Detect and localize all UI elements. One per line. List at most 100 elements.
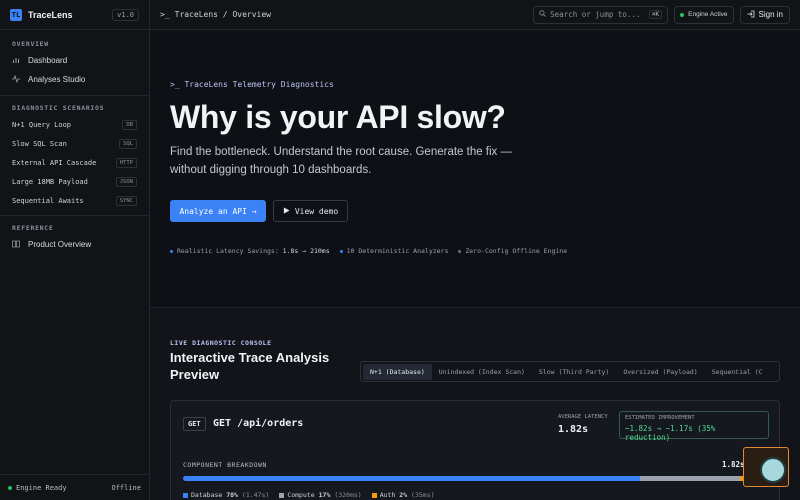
- version-badge: v1.0: [112, 8, 139, 21]
- terminal-prompt-icon: >_: [170, 80, 180, 89]
- segment-database: [183, 476, 641, 481]
- trace-card: GET GET /api/orders AVERAGE LATENCY 1.82…: [170, 400, 780, 500]
- console-eyebrow: LIVE DIAGNOSTIC CONSOLE: [170, 339, 272, 347]
- overview-section-title: OVERVIEW: [12, 40, 49, 48]
- endpoint-path: GET /api/orders: [213, 418, 304, 429]
- legend-name: Database: [191, 491, 223, 499]
- sidebar-item-label: Dashboard: [28, 56, 68, 65]
- diagnostic-console-section: LIVE DIAGNOSTIC CONSOLE Interactive Trac…: [150, 309, 800, 500]
- scenario-item-external-api[interactable]: External API Cascade HTTP: [0, 153, 149, 172]
- sidebar-item-label: Product Overview: [28, 240, 92, 249]
- breakdown-legend: Database 78% (1.47s) Compute 17% (320ms)…: [183, 491, 435, 499]
- legend-database: Database 78% (1.47s): [183, 491, 269, 499]
- view-demo-button[interactable]: View demo: [273, 200, 348, 222]
- stat-label: Zero-Config Offline Engine: [465, 247, 568, 255]
- legend-time: (1.47s): [241, 491, 270, 499]
- sidebar: TL TraceLens v1.0 OVERVIEW Dashboard Ana…: [0, 0, 150, 500]
- stat-offline-engine: Zero-Config Offline Engine: [458, 247, 567, 255]
- scenario-item-slow-sql[interactable]: Slow SQL Scan SQL: [0, 134, 149, 153]
- sign-in-button[interactable]: Sign in: [739, 5, 790, 24]
- bar-chart-icon: [12, 56, 22, 66]
- hero-eyebrow: >_ TraceLens Telemetry Diagnostics: [170, 80, 334, 89]
- hero-subtitle: Find the bottleneck. Understand the root…: [170, 146, 513, 176]
- stat-label: Realistic Latency Savings:: [177, 247, 279, 255]
- stat-latency-savings: Realistic Latency Savings: 1.8s → 210ms: [170, 247, 330, 255]
- legend-auth: Auth 2% (35ms): [371, 491, 435, 499]
- sidebar-footer: Engine Ready Offline: [0, 474, 149, 500]
- scenario-tabs: N+1 (Database) Unindexed (Index Scan) Sl…: [360, 361, 780, 382]
- terminal-prompt-icon: >_: [160, 10, 170, 19]
- hero-section: >_ TraceLens Telemetry Diagnostics Why i…: [150, 31, 800, 308]
- scenario-item-sequential-awaits[interactable]: Sequential Awaits SYNC: [0, 191, 149, 210]
- legend-swatch: [279, 492, 285, 498]
- scenario-tag: SYNC: [115, 195, 137, 206]
- main-content: >_ TraceLens Telemetry Diagnostics Why i…: [150, 31, 800, 500]
- console-title: Interactive Trace Analysis Preview: [170, 350, 330, 382]
- legend-name: Compute: [287, 491, 315, 499]
- scenario-item-n-plus-one[interactable]: N+1 Query Loop DB: [0, 115, 149, 134]
- scenario-label: Slow SQL Scan: [12, 139, 67, 148]
- status-dot-icon: [8, 485, 12, 490]
- tab-n-plus-one[interactable]: N+1 (Database): [363, 363, 432, 380]
- tab-unindexed[interactable]: Unindexed (Index Scan): [432, 364, 532, 380]
- scenario-item-large-payload[interactable]: Large 18MB Payload JSON: [0, 172, 149, 191]
- brand-name: TraceLens: [28, 9, 73, 20]
- avg-latency-label: AVERAGE LATENCY: [558, 414, 608, 420]
- legend-pct: 2%: [399, 491, 408, 499]
- stat-value: 1.8s → 210ms: [282, 247, 330, 255]
- breakdown-bar: [183, 476, 769, 481]
- tab-sequential[interactable]: Sequential (C: [705, 364, 770, 380]
- scenario-label: Sequential Awaits: [12, 196, 84, 205]
- activity-icon: [12, 74, 22, 85]
- floating-assistant-icon[interactable]: [760, 457, 786, 483]
- hero-stats: Realistic Latency Savings: 1.8s → 210ms …: [170, 247, 567, 255]
- login-icon: [747, 10, 755, 20]
- reference-section-title: REFERENCE: [12, 224, 54, 232]
- scenario-label: External API Cascade: [12, 158, 97, 167]
- component-breakdown-label: COMPONENT BREAKDOWN: [183, 461, 267, 469]
- engine-status-badge: Engine Active: [674, 5, 734, 24]
- view-demo-label: View demo: [294, 206, 339, 216]
- legend-pct: 17%: [318, 491, 331, 499]
- scenarios-section-title: DIAGNOSTIC SCENARIOS: [12, 104, 105, 112]
- sidebar-item-dashboard[interactable]: Dashboard: [0, 51, 149, 70]
- scenario-label: N+1 Query Loop: [12, 120, 72, 129]
- legend-swatch: [371, 492, 377, 498]
- play-icon: [283, 206, 290, 216]
- http-method-badge: GET: [183, 417, 206, 431]
- legend-name: Auth: [379, 491, 396, 499]
- hero-title: Why is your API slow?: [170, 99, 506, 135]
- legend-time: (35ms): [411, 491, 435, 499]
- sidebar-item-analyses-studio[interactable]: Analyses Studio: [0, 70, 149, 89]
- stat-label: 10 Deterministic Analyzers: [346, 247, 449, 255]
- tab-slow[interactable]: Slow (Third Party): [532, 364, 616, 380]
- bullet-dot-icon: [170, 249, 173, 253]
- legend-swatch: [183, 492, 188, 498]
- tab-oversized[interactable]: Oversized (Payload): [616, 364, 704, 380]
- avg-latency-value: 1.82s: [558, 424, 589, 435]
- bullet-dot-icon: [339, 249, 343, 253]
- hero-eyebrow-text: TraceLens Telemetry Diagnostics: [184, 80, 334, 89]
- scenario-tag: HTTP: [115, 157, 137, 168]
- legend-time: (320ms): [334, 491, 362, 499]
- scenario-tag: DB: [122, 119, 137, 130]
- engine-status-text: Engine Ready: [16, 483, 67, 492]
- search-input[interactable]: Search or jump to... ⌘K: [533, 5, 669, 24]
- scenario-tag: SQL: [119, 138, 137, 149]
- sidebar-item-label: Analyses Studio: [28, 75, 86, 84]
- legend-compute: Compute 17% (320ms): [279, 491, 362, 499]
- brand-header: TL TraceLens v1.0: [0, 0, 149, 30]
- improvement-label: ESTIMATED IMPROVEMENT: [625, 415, 695, 421]
- book-icon: [12, 240, 22, 250]
- logo-icon: TL: [10, 8, 22, 21]
- scenario-tag: JSON: [115, 176, 137, 187]
- segment-compute: [640, 476, 740, 481]
- search-icon: [539, 10, 546, 19]
- engine-status-label: Engine Active: [688, 11, 728, 18]
- estimated-improvement-box: ESTIMATED IMPROVEMENT ~1.82s → ~1.17s (3…: [619, 411, 769, 442]
- stat-analyzers: 10 Deterministic Analyzers: [339, 247, 449, 255]
- offline-mode-text: Offline: [111, 483, 141, 492]
- sidebar-item-product-overview[interactable]: Product Overview: [0, 235, 149, 254]
- analyze-api-button[interactable]: Analyze an API →: [170, 200, 266, 222]
- status-dot-icon: [680, 12, 685, 17]
